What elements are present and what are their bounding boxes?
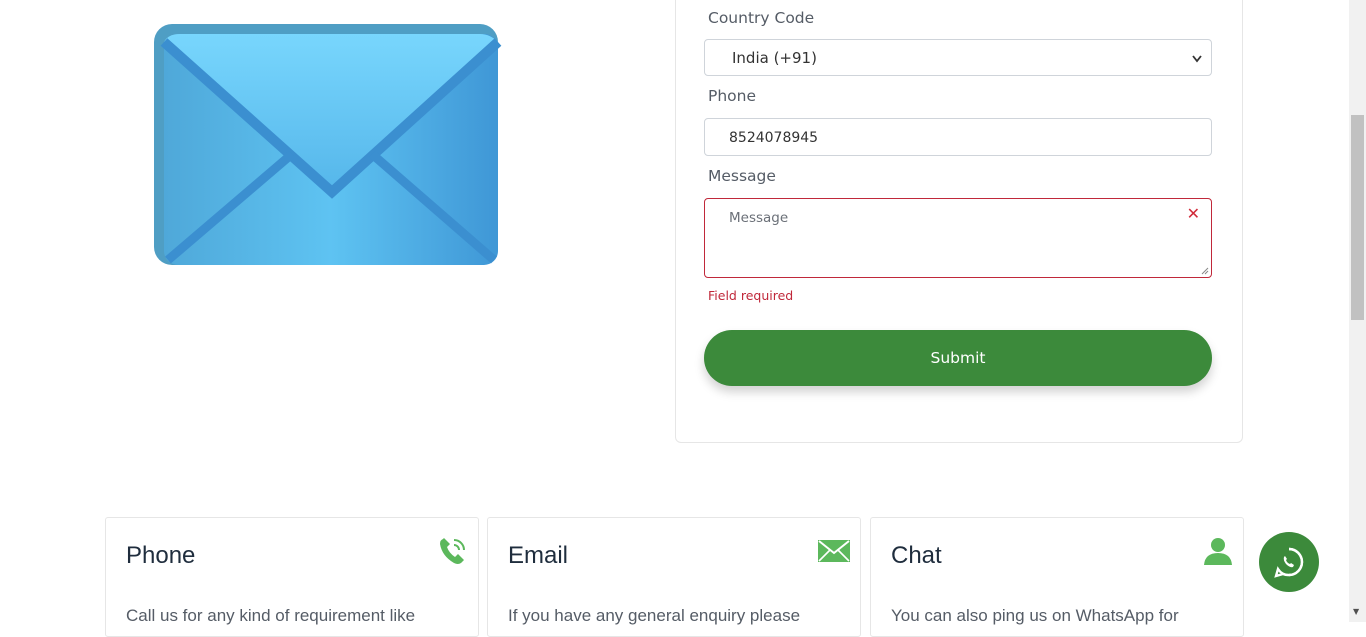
- message-error-text: Field required: [708, 288, 794, 303]
- envelope-icon: [154, 24, 502, 265]
- chevron-down-icon: [1191, 40, 1203, 92]
- scroll-down-arrow-icon[interactable]: ▼: [1353, 607, 1359, 616]
- card-description: If you have any general enquiry please: [508, 606, 801, 625]
- error-close-icon: ✕: [1186, 204, 1200, 223]
- message-textarea[interactable]: Message ✕: [704, 198, 1212, 278]
- email-icon: [818, 540, 850, 562]
- card-title: Chat: [891, 542, 942, 569]
- message-placeholder: Message: [729, 210, 789, 226]
- phone-input[interactable]: 8524078945: [704, 118, 1212, 156]
- card-title: Email: [508, 542, 569, 569]
- whatsapp-button[interactable]: [1259, 532, 1319, 592]
- user-icon: [1204, 538, 1232, 565]
- country-code-select[interactable]: India (+91): [704, 39, 1212, 76]
- phone-label: Phone: [708, 87, 757, 105]
- country-code-value: India (+91): [732, 49, 817, 67]
- card-description: You can also ping us on WhatsApp for: [891, 606, 1179, 625]
- card-title: Phone: [126, 542, 196, 569]
- phone-icon: [440, 538, 465, 564]
- contact-card-chat: Chat You can also ping us on WhatsApp fo…: [870, 517, 1244, 637]
- resize-handle-icon[interactable]: [1201, 267, 1209, 275]
- card-description: Call us for any kind of requirement like: [126, 606, 416, 625]
- scrollbar-thumb[interactable]: [1351, 115, 1364, 320]
- whatsapp-icon: [1274, 547, 1304, 578]
- phone-input-value: 8524078945: [729, 130, 819, 146]
- vertical-scrollbar[interactable]: ▼: [1349, 0, 1366, 622]
- country-code-label: Country Code: [708, 9, 815, 27]
- message-label: Message: [708, 167, 776, 185]
- contact-card-email: Email If you have any general enquiry pl…: [487, 517, 861, 637]
- submit-button[interactable]: Submit: [704, 330, 1212, 386]
- contact-card-phone: Phone Call us for any kind of requiremen…: [105, 517, 479, 637]
